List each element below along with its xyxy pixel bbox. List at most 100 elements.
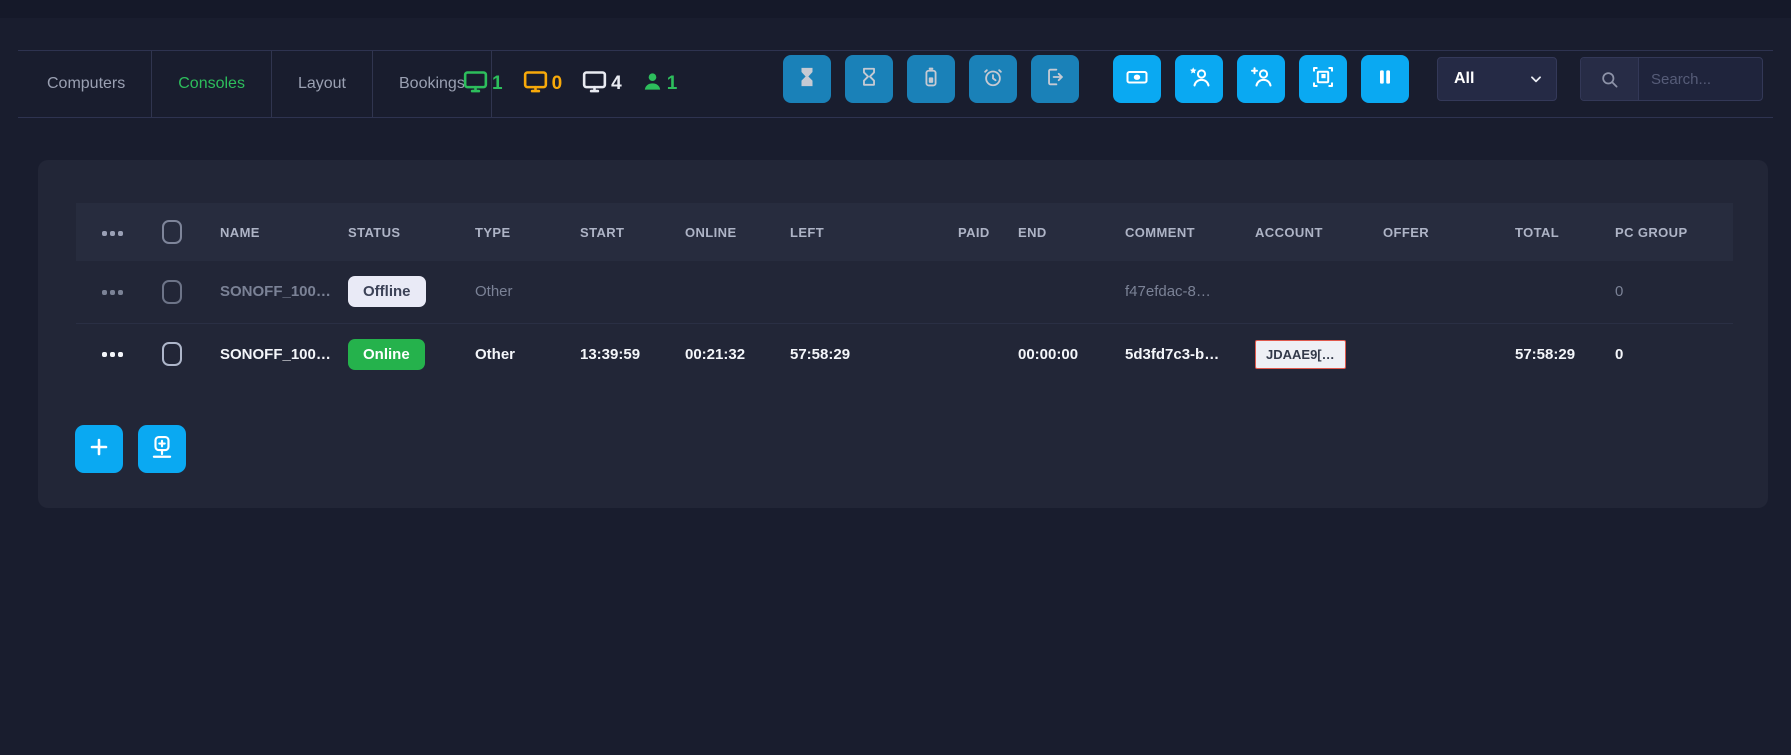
add-guest-button[interactable] [1237, 55, 1285, 103]
table-row: SONOFF_100… Online Other 13:39:59 00:21:… [76, 323, 1733, 385]
status-counters: 1 0 4 1 [462, 51, 677, 117]
payment-button[interactable] [1113, 55, 1161, 103]
add-device-button[interactable] [138, 425, 186, 473]
total [1500, 261, 1600, 323]
user-icon [641, 70, 664, 99]
pause-icon [1375, 67, 1395, 92]
console-type: Other [460, 261, 565, 323]
column-header-name[interactable]: NAME [205, 203, 333, 261]
table-row: SONOFF_100… Offline Other f47efdac-8… 0 [76, 261, 1733, 323]
counter-online-users: 1 [641, 70, 678, 99]
account-chip[interactable]: JDAAE9[… [1255, 340, 1346, 369]
tab-consoles[interactable]: Consoles [152, 51, 272, 117]
column-header-start[interactable]: START [565, 203, 670, 261]
pc-group: 0 [1600, 261, 1733, 323]
column-header-end[interactable]: END [1003, 203, 1110, 261]
session-button-group [783, 55, 1079, 103]
table-footer-actions [75, 425, 186, 473]
session-end [1003, 261, 1110, 323]
alarm-icon [982, 66, 1004, 93]
comment: 5d3fd7c3-b… [1110, 323, 1240, 385]
status-badge: Offline [348, 276, 426, 307]
monitor-icon [581, 68, 608, 101]
status-badge: Online [348, 339, 425, 370]
column-header-paid[interactable]: PAID [943, 203, 1003, 261]
column-header-comment[interactable]: COMMENT [1110, 203, 1240, 261]
user-add-icon [1249, 65, 1273, 94]
view-tabs: Computers Consoles Layout Bookings [21, 51, 492, 117]
console-type: Other [460, 323, 565, 385]
column-header-status[interactable]: STATUS [333, 203, 460, 261]
row-menu-icon[interactable] [102, 290, 123, 295]
consoles-table: NAME STATUS TYPE START ONLINE LEFT PAID … [76, 203, 1733, 385]
end-session-button[interactable] [1031, 55, 1079, 103]
top-up-time-button[interactable] [907, 55, 955, 103]
tab-computers[interactable]: Computers [21, 51, 152, 117]
add-console-button[interactable] [75, 425, 123, 473]
window-top-strip [0, 0, 1791, 18]
table-header-row: NAME STATUS TYPE START ONLINE LEFT PAID … [76, 203, 1733, 261]
counter-total-consoles: 4 [581, 68, 622, 101]
screenshot-icon [1311, 65, 1335, 94]
action-button-group [1113, 55, 1409, 103]
search-input[interactable] [1639, 58, 1762, 100]
column-header-type[interactable]: TYPE [460, 203, 565, 261]
screenshot-button[interactable] [1299, 55, 1347, 103]
column-header-online[interactable]: ONLINE [670, 203, 775, 261]
logout-icon [1044, 66, 1066, 93]
counter-value: 1 [667, 73, 678, 95]
time-left: 57:58:29 [775, 323, 943, 385]
session-start: 13:39:59 [565, 323, 670, 385]
row-checkbox[interactable] [162, 280, 182, 304]
counter-online-consoles: 1 [462, 68, 503, 101]
cash-icon [1125, 65, 1149, 94]
column-header-account[interactable]: ACCOUNT [1240, 203, 1368, 261]
counter-value: 1 [492, 73, 503, 95]
session-online [670, 261, 775, 323]
plus-icon [87, 435, 111, 464]
counter-warning-consoles: 0 [522, 68, 563, 101]
tab-layout[interactable]: Layout [272, 51, 373, 117]
chevron-down-icon [1529, 72, 1543, 86]
paid-amount [943, 261, 1003, 323]
console-name[interactable]: SONOFF_100… [205, 261, 333, 323]
column-header-total[interactable]: TOTAL [1500, 203, 1600, 261]
hourglass-filled-icon [796, 66, 818, 93]
session-start [565, 261, 670, 323]
toolbar: Computers Consoles Layout Bookings 1 0 4 [0, 18, 1791, 118]
counter-value: 4 [611, 73, 622, 95]
search-icon [1581, 58, 1639, 100]
row-menu-icon[interactable] [102, 352, 123, 357]
status-filter-select[interactable]: All [1437, 57, 1557, 101]
time-left [775, 261, 943, 323]
filter-value: All [1454, 70, 1474, 88]
pause-button[interactable] [1361, 55, 1409, 103]
divider [18, 117, 1773, 118]
select-all-checkbox[interactable] [162, 220, 182, 244]
header-menu-icon[interactable] [102, 231, 123, 236]
column-header-pc-group[interactable]: PC GROUP [1600, 203, 1733, 261]
start-unlimited-session-button[interactable] [845, 55, 893, 103]
user-star-icon [1187, 65, 1211, 94]
set-timer-button[interactable] [969, 55, 1017, 103]
hourglass-icon [858, 66, 880, 93]
search-box [1580, 57, 1763, 101]
comment: f47efdac-8… [1110, 261, 1240, 323]
offer [1368, 261, 1500, 323]
consoles-table-card: NAME STATUS TYPE START ONLINE LEFT PAID … [38, 160, 1768, 508]
session-online: 00:21:32 [670, 323, 775, 385]
start-timed-session-button[interactable] [783, 55, 831, 103]
battery-icon [920, 66, 942, 93]
assign-member-button[interactable] [1175, 55, 1223, 103]
add-device-icon [149, 434, 175, 465]
column-header-offer[interactable]: OFFER [1368, 203, 1500, 261]
offer [1368, 323, 1500, 385]
session-end: 00:00:00 [1003, 323, 1110, 385]
monitor-icon [522, 68, 549, 101]
row-checkbox[interactable] [162, 342, 182, 366]
console-name[interactable]: SONOFF_100… [205, 323, 333, 385]
account [1240, 261, 1368, 323]
counter-value: 0 [552, 73, 563, 95]
column-header-left[interactable]: LEFT [775, 203, 943, 261]
pc-group: 0 [1600, 323, 1733, 385]
